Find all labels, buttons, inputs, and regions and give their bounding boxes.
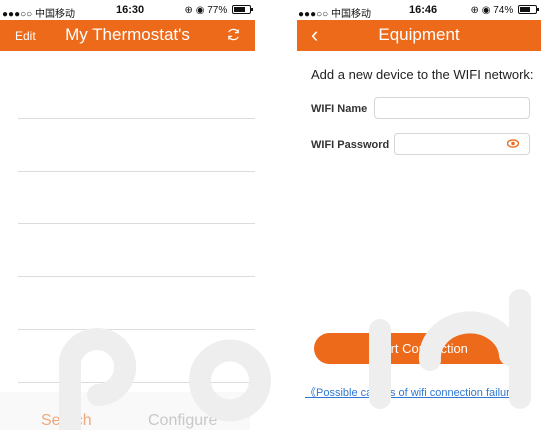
status-right: ⊕ ◉ 77% — [184, 5, 253, 16]
alarm-icon: ⊕ ◉ — [470, 5, 491, 16]
battery-percent: 74% — [493, 5, 514, 16]
page-title: My Thermostat's — [65, 25, 190, 44]
wifi-name-label: WIFI Name — [311, 103, 368, 115]
list-separator — [18, 276, 255, 277]
status-bar: ●●●○○ 中国移动 16:30 ⊕ ◉ 77% — [0, 0, 255, 20]
page-title: Equipment — [378, 25, 460, 44]
alarm-icon: ⊕ ◉ — [184, 5, 205, 16]
connection-failure-link[interactable]: 《Possible causes of wifi connection fail… — [305, 384, 527, 400]
list-separator — [18, 382, 255, 383]
status-right: ⊕ ◉ 74% — [470, 5, 539, 16]
carrier-signal: ●●●○○ 中国移动 — [298, 9, 371, 20]
list-separator — [18, 223, 255, 224]
list-separator — [18, 329, 255, 330]
wifi-name-input[interactable] — [374, 97, 530, 119]
status-bar: ●●●○○ 中国移动 16:46 ⊕ ◉ 74% — [297, 0, 541, 20]
refresh-icon[interactable] — [226, 27, 241, 46]
start-connection-button[interactable]: Start Connection — [314, 333, 525, 364]
nav-bar: ‹ Equipment — [297, 20, 541, 51]
battery-icon — [232, 5, 253, 14]
wifi-password-label: WIFI Password — [311, 139, 390, 151]
eye-icon[interactable] — [506, 139, 520, 151]
status-time: 16:30 — [116, 4, 145, 16]
equipment-screen: ●●●○○ 中国移动 16:46 ⊕ ◉ 74% ‹ Equipment Add… — [297, 0, 541, 430]
wifi-prompt: Add a new device to the WIFI network: — [311, 67, 534, 82]
status-time: 16:46 — [409, 4, 438, 16]
list-separator — [18, 171, 255, 172]
wifi-password-input[interactable] — [394, 133, 530, 155]
tab-search[interactable]: Search — [41, 412, 92, 430]
battery-percent: 77% — [207, 5, 228, 16]
tab-configure[interactable]: Configure — [148, 412, 217, 430]
battery-icon — [518, 5, 539, 14]
nav-bar: Edit My Thermostat's — [0, 20, 255, 51]
carrier-signal: ●●●○○ 中国移动 — [2, 9, 75, 20]
list-separator — [18, 118, 255, 119]
tab-bar: Search Configure — [0, 403, 255, 430]
thermostat-list-screen: ●●●○○ 中国移动 16:30 ⊕ ◉ 77% Edit My Thermos… — [0, 0, 255, 430]
